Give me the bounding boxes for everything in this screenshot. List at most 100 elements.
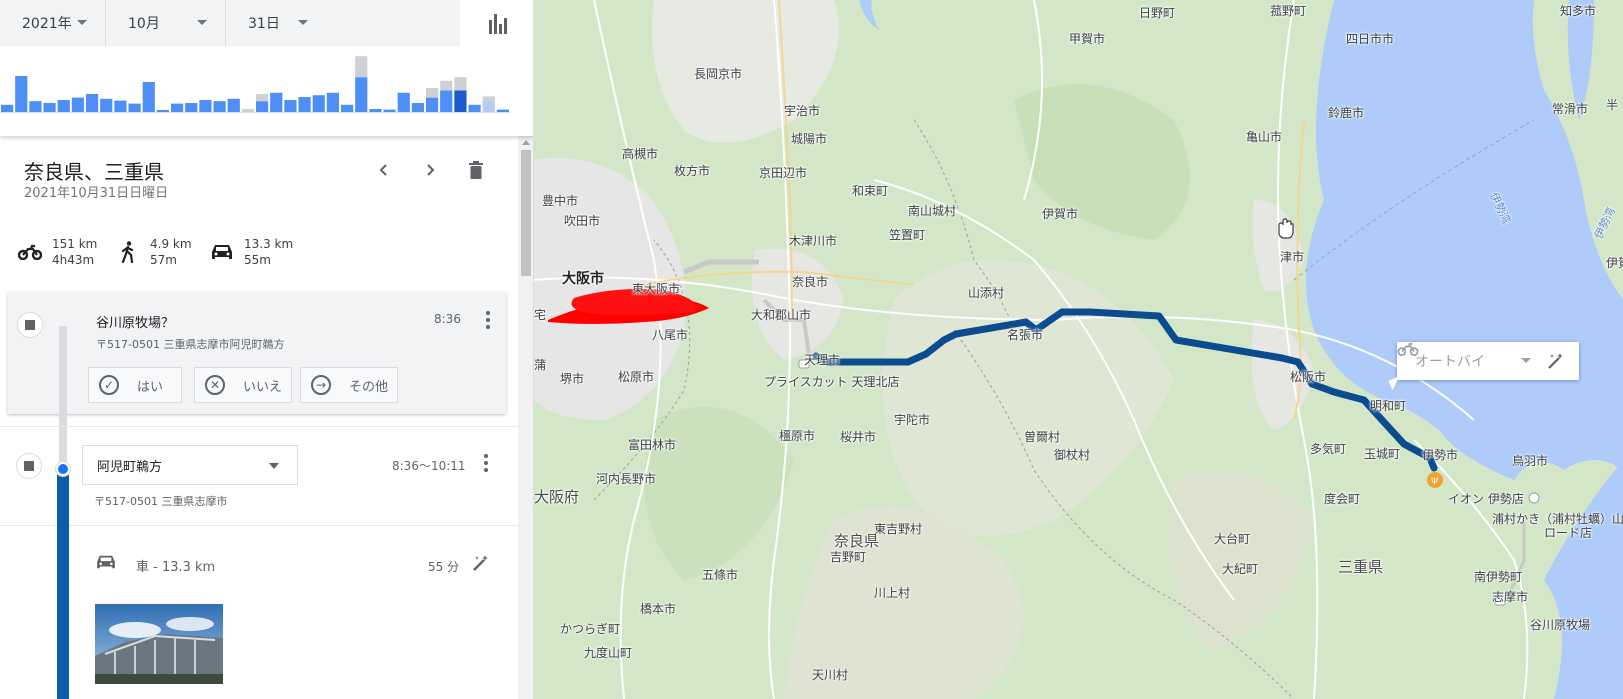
map-view[interactable]: Ψ 甲賀市 日野町 四日市市 知多市 長岡京市 宇治市 鈴鹿市 常滑市 半 城陽… (534, 0, 1623, 699)
stay-time: 8:36〜10:11 (392, 459, 466, 473)
histogram-bar[interactable] (440, 90, 453, 112)
histogram-bar[interactable] (397, 92, 410, 112)
prefecture-label: 大阪府 (534, 488, 580, 506)
histogram-bar[interactable] (241, 109, 254, 112)
histogram-bar[interactable] (496, 109, 509, 112)
map-label: 川上村 (874, 586, 911, 600)
map-label: 木津川市 (789, 234, 838, 248)
chevron-right-icon[interactable] (416, 156, 444, 184)
histogram-bar[interactable] (199, 100, 212, 112)
map-label: 蒲 (534, 358, 547, 372)
walking-distance: 4.9 km (150, 237, 192, 251)
histogram-bar[interactable] (156, 110, 169, 112)
histogram-bar[interactable] (284, 100, 297, 112)
movement-label[interactable]: 車 - 13.3 km (136, 556, 215, 575)
histogram-bar[interactable] (227, 98, 240, 112)
map-label: 吹田市 (564, 214, 601, 228)
magic-wand-icon[interactable] (472, 554, 490, 576)
map-label: 伊賀 (1606, 256, 1623, 270)
histogram-bar[interactable] (326, 92, 339, 112)
histogram-bar[interactable] (1, 104, 14, 112)
check-icon: ✓ (99, 375, 119, 395)
scrollbar-thumb[interactable] (521, 150, 531, 276)
histogram-bar[interactable] (454, 90, 467, 112)
more-vert-icon[interactable] (476, 451, 496, 475)
confirm-other-label: その他 (349, 379, 389, 395)
histogram-bar[interactable] (411, 103, 424, 112)
confirm-no-button[interactable]: ✕ いいえ (194, 367, 292, 403)
stay-place-select[interactable]: 阿児町鵜方 (82, 445, 298, 485)
summary-walking: 4.9 km 57m (114, 236, 192, 268)
confirm-other-button[interactable]: → その他 (300, 367, 398, 403)
motorcycle-duration: 4h43m (52, 253, 95, 267)
map-label: 橋本市 (640, 602, 677, 616)
histogram-bar[interactable] (114, 100, 127, 112)
movement-row: 車 - 13.3 km 55 分 (0, 528, 518, 699)
day-select[interactable]: 31日 (226, 0, 326, 46)
histogram-bar[interactable] (29, 101, 42, 112)
map-label: 八尾市 (652, 328, 689, 342)
histogram-bar-secondary[interactable] (482, 96, 495, 102)
histogram-bar[interactable] (43, 103, 56, 112)
histogram-bar[interactable] (213, 101, 226, 112)
histogram-bar[interactable] (270, 92, 283, 112)
histogram-bar[interactable] (86, 94, 99, 112)
map-label: 津市 (1280, 250, 1305, 264)
histogram-bar[interactable] (298, 97, 311, 112)
chevron-down-icon (197, 20, 207, 25)
histogram-bar[interactable] (482, 101, 495, 112)
histogram-bar[interactable] (128, 103, 141, 112)
histogram-bar[interactable] (142, 82, 155, 112)
place-title[interactable]: 谷川原牧場？ (96, 312, 174, 331)
month-select[interactable]: 10月 (106, 0, 226, 46)
histogram-bar-secondary[interactable] (256, 94, 269, 102)
histogram-bar[interactable] (15, 76, 28, 112)
year-select[interactable]: 2021年 (0, 0, 106, 46)
histogram-bar-secondary[interactable] (454, 77, 467, 91)
histogram-bar[interactable] (383, 109, 396, 112)
histogram-bar-secondary[interactable] (426, 88, 439, 98)
map-label: 甲賀市 (1069, 32, 1106, 46)
histogram-bar-secondary[interactable] (440, 80, 453, 91)
map-label: 玉城町 (1364, 447, 1401, 461)
car-distance: 13.3 km (244, 237, 294, 251)
travel-mode-popup[interactable]: オートバイ (1397, 342, 1579, 380)
panel-scrollbar[interactable] (518, 136, 533, 699)
daily-activity-histogram[interactable] (0, 50, 510, 116)
stay-place-value: 阿児町鵜方 (97, 459, 163, 475)
histogram-bar[interactable] (369, 109, 382, 112)
prefecture-label: 奈良県 (834, 532, 880, 550)
poi-label[interactable]: 谷川原牧場 (1530, 616, 1590, 633)
histogram-bar[interactable] (171, 103, 184, 112)
place-visit-card[interactable]: 谷川原牧場？ 8:36 〒517-0501 三重県志摩市阿児町鵜方 ✓ はい ✕… (8, 292, 506, 414)
stay-address: 〒517-0501 三重県志摩市 (94, 495, 228, 508)
bar-chart-icon[interactable] (480, 10, 516, 38)
travel-mode-label: オートバイ (1415, 354, 1485, 370)
map-label: 天理市 (804, 353, 841, 367)
chevron-down-icon[interactable] (1521, 358, 1531, 363)
histogram-bar-secondary[interactable] (355, 56, 368, 78)
confirm-yes-button[interactable]: ✓ はい (88, 367, 182, 403)
more-vert-icon[interactable] (478, 308, 498, 332)
chevron-left-icon[interactable] (370, 156, 398, 184)
histogram-bar[interactable] (57, 100, 70, 112)
histogram-bar[interactable] (185, 103, 198, 112)
histogram-bar[interactable] (312, 95, 325, 112)
histogram-bar[interactable] (468, 104, 481, 112)
histogram-bar[interactable] (355, 77, 368, 112)
year-value: 2021年 (22, 16, 72, 32)
chevron-down-icon (77, 20, 87, 25)
histogram-bar[interactable] (100, 98, 113, 112)
poi-label[interactable]: プライスカット 天理北店 (764, 373, 899, 390)
poi-label[interactable]: イオン 伊勢店 (1448, 490, 1524, 507)
scroll-up-arrow[interactable] (522, 140, 530, 145)
histogram-bar[interactable] (71, 97, 84, 112)
histogram-bar[interactable] (256, 101, 269, 112)
trash-icon[interactable] (462, 156, 490, 184)
histogram-bar[interactable] (341, 104, 354, 112)
day-value: 31日 (248, 16, 280, 32)
histogram-bar[interactable] (426, 97, 439, 112)
map-label: 南伊勢町 (1474, 570, 1523, 584)
movement-photo[interactable] (95, 604, 223, 684)
poi-label[interactable]: ロード店 (1544, 524, 1592, 541)
